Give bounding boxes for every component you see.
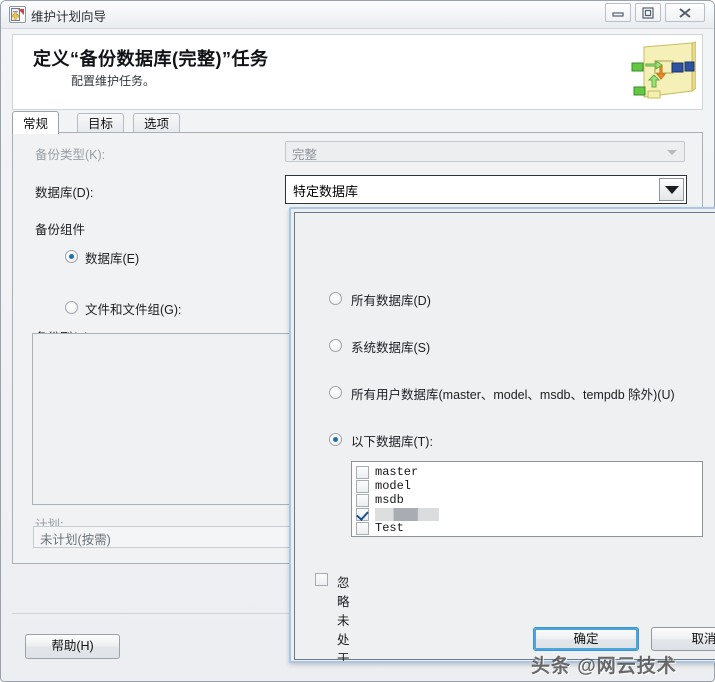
radio-all-databases-label: 所有数据库(D) [351,294,431,308]
maintenance-plan-icon [9,6,26,23]
database-name-redacted [375,508,439,521]
schedule-value: 未计划(按需) [40,533,111,547]
close-button[interactable] [665,3,705,22]
minimize-button[interactable] [605,3,631,22]
database-name: model [375,479,412,493]
database-combo-value: 特定数据库 [293,184,359,199]
maintenance-plan-banner-icon [608,41,697,103]
ok-button[interactable]: 确定 [533,627,639,651]
page-header: 定义“备份数据库(完整)”任务 配置维护任务。 [12,34,703,110]
chevron-down-icon [664,185,679,194]
database-combo[interactable]: 特定数据库 [285,175,687,204]
radio-all-databases[interactable] [329,292,342,305]
minimize-icon [612,11,624,17]
ignore-offline-label: 忽略未处于联机状态的数据库(I) [337,576,350,663]
backup-type-label: 备份类型(K): [35,148,106,162]
radio-these-databases[interactable] [329,433,342,446]
checkbox-model[interactable] [356,480,369,493]
tab-destination[interactable]: 目标 [77,113,125,133]
maximize-button[interactable] [635,3,661,22]
database-selection-popup: 所有数据库(D) 系统数据库(S) 所有用户数据库(master、model、m… [289,207,715,663]
database-checkbox-list[interactable]: master model msdb Test [351,461,703,537]
page-subtitle: 配置维护任务。 [71,74,156,88]
backup-type-combo: 完整 [285,141,685,162]
radio-backup-component-files[interactable] [65,301,78,314]
checkbox-master[interactable] [356,466,369,479]
chevron-down-icon [667,150,677,155]
tab-general[interactable]: 常规 [12,111,60,134]
database-label: 数据库(D): [35,186,94,200]
window-title: 维护计划向导 [31,10,107,24]
cancel-button[interactable]: 取消 [651,627,715,651]
database-name: msdb [375,493,404,507]
database-combo-dropdown-button[interactable] [659,178,684,201]
radio-backup-component-database[interactable] [65,250,78,263]
maintenance-plan-wizard-window: 维护计划向导 定义“备份数据库(完整)”任务 配置维护任务。 常规 目标 选项 … [0,0,715,682]
radio-these-databases-label: 以下数据库(T): [351,435,433,449]
title-bar: 维护计划向导 [1,1,714,29]
database-selection-popup-inner: 所有数据库(D) 系统数据库(S) 所有用户数据库(master、model、m… [294,212,715,663]
checkbox-redacted-database[interactable] [356,508,369,521]
page-title: 定义“备份数据库(完整)”任务 [33,49,269,69]
database-name: master [375,465,419,479]
backup-component-label: 备份组件 [35,223,86,237]
help-button[interactable]: 帮助(H) [25,634,120,659]
database-name: Test [375,521,404,535]
maximize-icon [642,6,654,19]
tab-strip: 常规 目标 选项 [12,111,703,134]
radio-backup-component-database-label: 数据库(E) [85,252,140,266]
checkbox-msdb[interactable] [356,494,369,507]
backup-type-value: 完整 [292,148,318,162]
close-icon [679,7,691,18]
checkbox-test[interactable] [356,522,369,535]
radio-all-user-databases-label: 所有用户数据库(master、model、msdb、tempdb 除外)(U) [351,388,675,402]
radio-system-databases[interactable] [329,339,342,352]
radio-all-user-databases[interactable] [329,386,342,399]
tab-options[interactable]: 选项 [133,113,181,133]
radio-backup-component-files-label: 文件和文件组(G): [85,303,182,317]
radio-system-databases-label: 系统数据库(S) [351,341,431,355]
checkbox-ignore-offline[interactable] [315,573,328,586]
